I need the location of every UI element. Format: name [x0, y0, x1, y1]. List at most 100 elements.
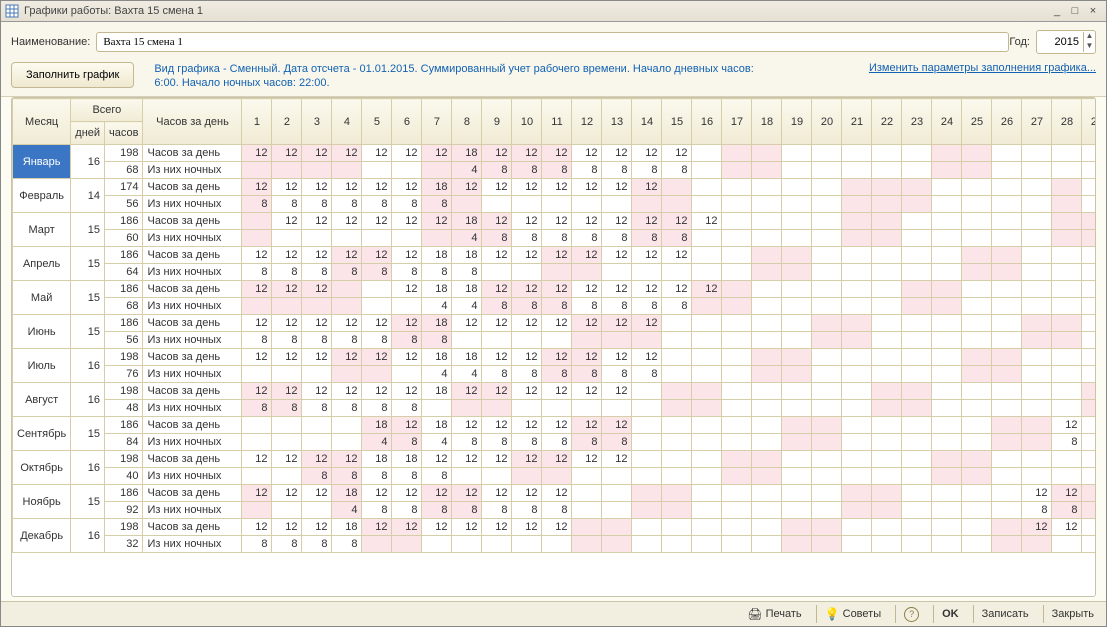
cell-Октябрь-23-h[interactable] [902, 451, 932, 468]
cell-Май-18-n[interactable] [752, 298, 782, 315]
cell-Сентябрь-18-n[interactable] [752, 434, 782, 451]
cell-Май-15-h[interactable]: 12 [662, 281, 692, 298]
cell-Декабрь-24-h[interactable] [932, 519, 962, 536]
cell-Ноябрь-26-h[interactable] [992, 485, 1022, 502]
cell-Июнь-8-h[interactable]: 12 [452, 315, 482, 332]
cell-Сентябрь-7-h[interactable]: 18 [422, 417, 452, 434]
tips-button[interactable]: 💡Советы [816, 605, 887, 623]
cell-Май-8-n[interactable]: 4 [452, 298, 482, 315]
cell-Февраль-28-n[interactable] [1052, 196, 1082, 213]
cell-Февраль-23-h[interactable] [902, 179, 932, 196]
cell-Май-29-n[interactable] [1082, 298, 1096, 315]
cell-Октябрь-29-h[interactable]: 12 [1082, 451, 1096, 468]
cell-Январь-2-n[interactable] [272, 162, 302, 179]
cell-Январь-10-h[interactable]: 12 [512, 145, 542, 162]
cell-Апрель-18-n[interactable] [752, 264, 782, 281]
cell-Май-5-n[interactable] [362, 298, 392, 315]
cell-Февраль-9-n[interactable] [482, 196, 512, 213]
cell-Январь-28-h[interactable] [1052, 145, 1082, 162]
cell-Ноябрь-2-h[interactable]: 12 [272, 485, 302, 502]
cell-Март-5-h[interactable]: 12 [362, 213, 392, 230]
cell-Январь-1-n[interactable] [242, 162, 272, 179]
cell-Март-24-h[interactable] [932, 213, 962, 230]
cell-Октябрь-14-n[interactable] [632, 468, 662, 485]
cell-Июль-7-n[interactable]: 4 [422, 366, 452, 383]
cell-Июнь-23-n[interactable] [902, 332, 932, 349]
month-Март[interactable]: Март [13, 213, 71, 247]
cell-Июль-8-h[interactable]: 18 [452, 349, 482, 366]
cell-Декабрь-16-n[interactable] [692, 536, 722, 553]
cell-Ноябрь-24-n[interactable] [932, 502, 962, 519]
cell-Июль-16-h[interactable] [692, 349, 722, 366]
cell-Октябрь-10-h[interactable]: 12 [512, 451, 542, 468]
cell-Август-9-h[interactable]: 12 [482, 383, 512, 400]
cell-Февраль-17-n[interactable] [722, 196, 752, 213]
cell-Февраль-1-n[interactable]: 8 [242, 196, 272, 213]
cell-Февраль-14-h[interactable]: 12 [632, 179, 662, 196]
cell-Октябрь-17-n[interactable] [722, 468, 752, 485]
cell-Март-15-h[interactable]: 12 [662, 213, 692, 230]
cell-Февраль-27-h[interactable] [1022, 179, 1052, 196]
cell-Январь-19-n[interactable] [782, 162, 812, 179]
cell-Декабрь-5-h[interactable]: 12 [362, 519, 392, 536]
cell-Октябрь-28-n[interactable] [1052, 468, 1082, 485]
cell-Август-20-h[interactable] [812, 383, 842, 400]
cell-Апрель-23-h[interactable] [902, 247, 932, 264]
cell-Март-28-h[interactable] [1052, 213, 1082, 230]
cell-Ноябрь-22-n[interactable] [872, 502, 902, 519]
col-day-9[interactable]: 9 [482, 99, 512, 145]
cell-Апрель-22-n[interactable] [872, 264, 902, 281]
cell-Март-7-h[interactable]: 12 [422, 213, 452, 230]
cell-Декабрь-28-n[interactable] [1052, 536, 1082, 553]
cell-Декабрь-21-h[interactable] [842, 519, 872, 536]
cell-Апрель-6-h[interactable]: 12 [392, 247, 422, 264]
cell-Январь-23-h[interactable] [902, 145, 932, 162]
cell-Март-27-n[interactable] [1022, 230, 1052, 247]
col-day-1[interactable]: 1 [242, 99, 272, 145]
cell-Июль-16-n[interactable] [692, 366, 722, 383]
cell-Сентябрь-29-n[interactable]: 8 [1082, 434, 1096, 451]
cell-Ноябрь-29-n[interactable]: 8 [1082, 502, 1096, 519]
cell-Ноябрь-8-h[interactable]: 12 [452, 485, 482, 502]
cell-Август-19-n[interactable] [782, 400, 812, 417]
cell-Август-22-n[interactable] [872, 400, 902, 417]
cell-Январь-13-h[interactable]: 12 [602, 145, 632, 162]
cell-Апрель-23-n[interactable] [902, 264, 932, 281]
month-Ноябрь[interactable]: Ноябрь [13, 485, 71, 519]
cell-Октябрь-28-h[interactable] [1052, 451, 1082, 468]
cell-Август-16-h[interactable] [692, 383, 722, 400]
cell-Октябрь-13-n[interactable] [602, 468, 632, 485]
cell-Январь-2-h[interactable]: 12 [272, 145, 302, 162]
cell-Август-21-n[interactable] [842, 400, 872, 417]
cell-Апрель-14-n[interactable] [632, 264, 662, 281]
cell-Ноябрь-9-n[interactable]: 8 [482, 502, 512, 519]
cell-Июль-7-h[interactable]: 18 [422, 349, 452, 366]
cell-Август-23-n[interactable] [902, 400, 932, 417]
cell-Август-5-h[interactable]: 12 [362, 383, 392, 400]
cell-Октябрь-24-n[interactable] [932, 468, 962, 485]
cell-Октябрь-2-h[interactable]: 12 [272, 451, 302, 468]
cell-Ноябрь-10-n[interactable]: 8 [512, 502, 542, 519]
col-day-14[interactable]: 14 [632, 99, 662, 145]
cell-Март-16-n[interactable] [692, 230, 722, 247]
cell-Февраль-7-h[interactable]: 18 [422, 179, 452, 196]
cell-Август-4-h[interactable]: 12 [332, 383, 362, 400]
cell-Март-13-h[interactable]: 12 [602, 213, 632, 230]
cell-Март-8-h[interactable]: 18 [452, 213, 482, 230]
cell-Сентябрь-21-n[interactable] [842, 434, 872, 451]
cell-Декабрь-1-n[interactable]: 8 [242, 536, 272, 553]
cell-Февраль-27-n[interactable] [1022, 196, 1052, 213]
cell-Июль-22-h[interactable] [872, 349, 902, 366]
cell-Январь-15-n[interactable]: 8 [662, 162, 692, 179]
cell-Июнь-18-h[interactable] [752, 315, 782, 332]
cell-Август-24-h[interactable] [932, 383, 962, 400]
cell-Апрель-3-h[interactable]: 12 [302, 247, 332, 264]
col-day-11[interactable]: 11 [542, 99, 572, 145]
cell-Август-2-n[interactable]: 8 [272, 400, 302, 417]
cell-Февраль-19-n[interactable] [782, 196, 812, 213]
cell-Ноябрь-26-n[interactable] [992, 502, 1022, 519]
cell-Декабрь-8-n[interactable] [452, 536, 482, 553]
cell-Февраль-20-h[interactable] [812, 179, 842, 196]
cell-Май-27-h[interactable] [1022, 281, 1052, 298]
cell-Январь-29-h[interactable] [1082, 145, 1096, 162]
